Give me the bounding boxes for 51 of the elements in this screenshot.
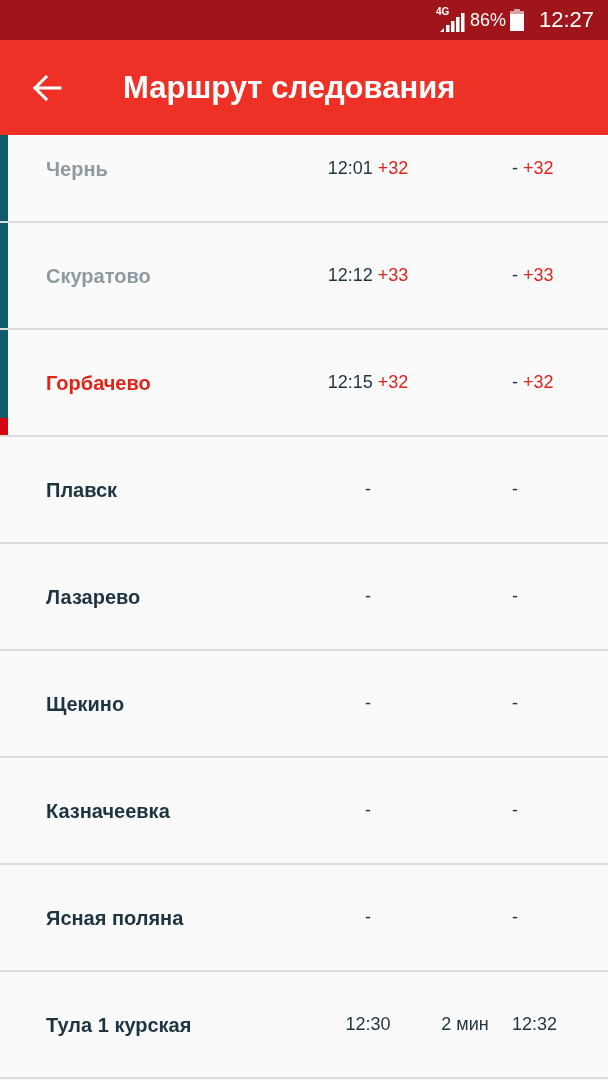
station-row[interactable]: Лазарево - - bbox=[0, 544, 608, 651]
arrival-delay: +32 bbox=[377, 371, 409, 394]
station-name: Горбачево bbox=[46, 370, 152, 396]
station-name: Тула 1 курская bbox=[46, 1012, 193, 1038]
station-row[interactable]: Горбачево 12:15 +32 - +32 bbox=[0, 330, 608, 437]
station-row[interactable]: Казначеевка - - bbox=[0, 758, 608, 865]
station-row[interactable]: Плавск - - bbox=[0, 437, 608, 544]
departure-time: - bbox=[512, 799, 518, 822]
arrival-time: 12:30 bbox=[345, 1013, 391, 1036]
departure-delay: +32 bbox=[523, 371, 554, 394]
departure-time: - bbox=[512, 906, 518, 929]
station-row[interactable]: Ясная поляна - - bbox=[0, 865, 608, 972]
departure-time: - bbox=[512, 371, 518, 394]
arrival-delay: +33 bbox=[377, 264, 409, 287]
arrival-delay: +32 bbox=[377, 157, 409, 180]
station-name: Ясная поляна bbox=[46, 905, 185, 931]
station-name: Плавск bbox=[46, 477, 119, 503]
arrival-time: - bbox=[365, 692, 371, 715]
station-row[interactable]: Тула 1 курская 12:30 2 мин 12:32 bbox=[0, 972, 608, 1079]
arrival-time: - bbox=[365, 585, 371, 608]
station-row[interactable]: Скуратово 12:12 +33 - +33 bbox=[0, 223, 608, 330]
station-row[interactable]: Чернь 12:01 +32 - +32 bbox=[0, 135, 608, 223]
arrival-time: 12:12 bbox=[327, 264, 373, 287]
arrival-time: - bbox=[365, 799, 371, 822]
arrival-time: 12:01 bbox=[327, 157, 373, 180]
station-name: Лазарево bbox=[46, 584, 142, 610]
departure-delay: +33 bbox=[523, 264, 554, 287]
departure-time: - bbox=[512, 264, 518, 287]
arrival-time: 12:15 bbox=[327, 371, 373, 394]
battery-percent: 86% bbox=[469, 11, 506, 29]
station-name: Казначеевка bbox=[46, 798, 171, 824]
arrival-time: - bbox=[365, 478, 371, 501]
battery-icon bbox=[509, 9, 524, 31]
arrival-time: - bbox=[365, 906, 371, 929]
departure-time: - bbox=[512, 692, 518, 715]
station-name: Щекино bbox=[46, 691, 126, 717]
stop-duration: 2 мин bbox=[441, 1013, 489, 1036]
clock: 12:27 bbox=[538, 9, 594, 31]
signal-icon bbox=[439, 13, 466, 32]
departure-time: - bbox=[512, 157, 518, 180]
network-type: 4G bbox=[435, 7, 450, 17]
departure-time: - bbox=[512, 478, 518, 501]
departure-time: 12:32 bbox=[512, 1013, 558, 1036]
station-row[interactable]: Щекино - - bbox=[0, 651, 608, 758]
screen-title: Маршрут следования bbox=[123, 72, 456, 103]
departure-time: - bbox=[512, 585, 518, 608]
departure-delay: +32 bbox=[523, 157, 554, 180]
back-arrow-icon bbox=[32, 74, 62, 101]
station-name: Чернь bbox=[46, 156, 109, 182]
train-position-marker bbox=[0, 418, 8, 435]
station-name: Скуратово bbox=[46, 263, 152, 289]
